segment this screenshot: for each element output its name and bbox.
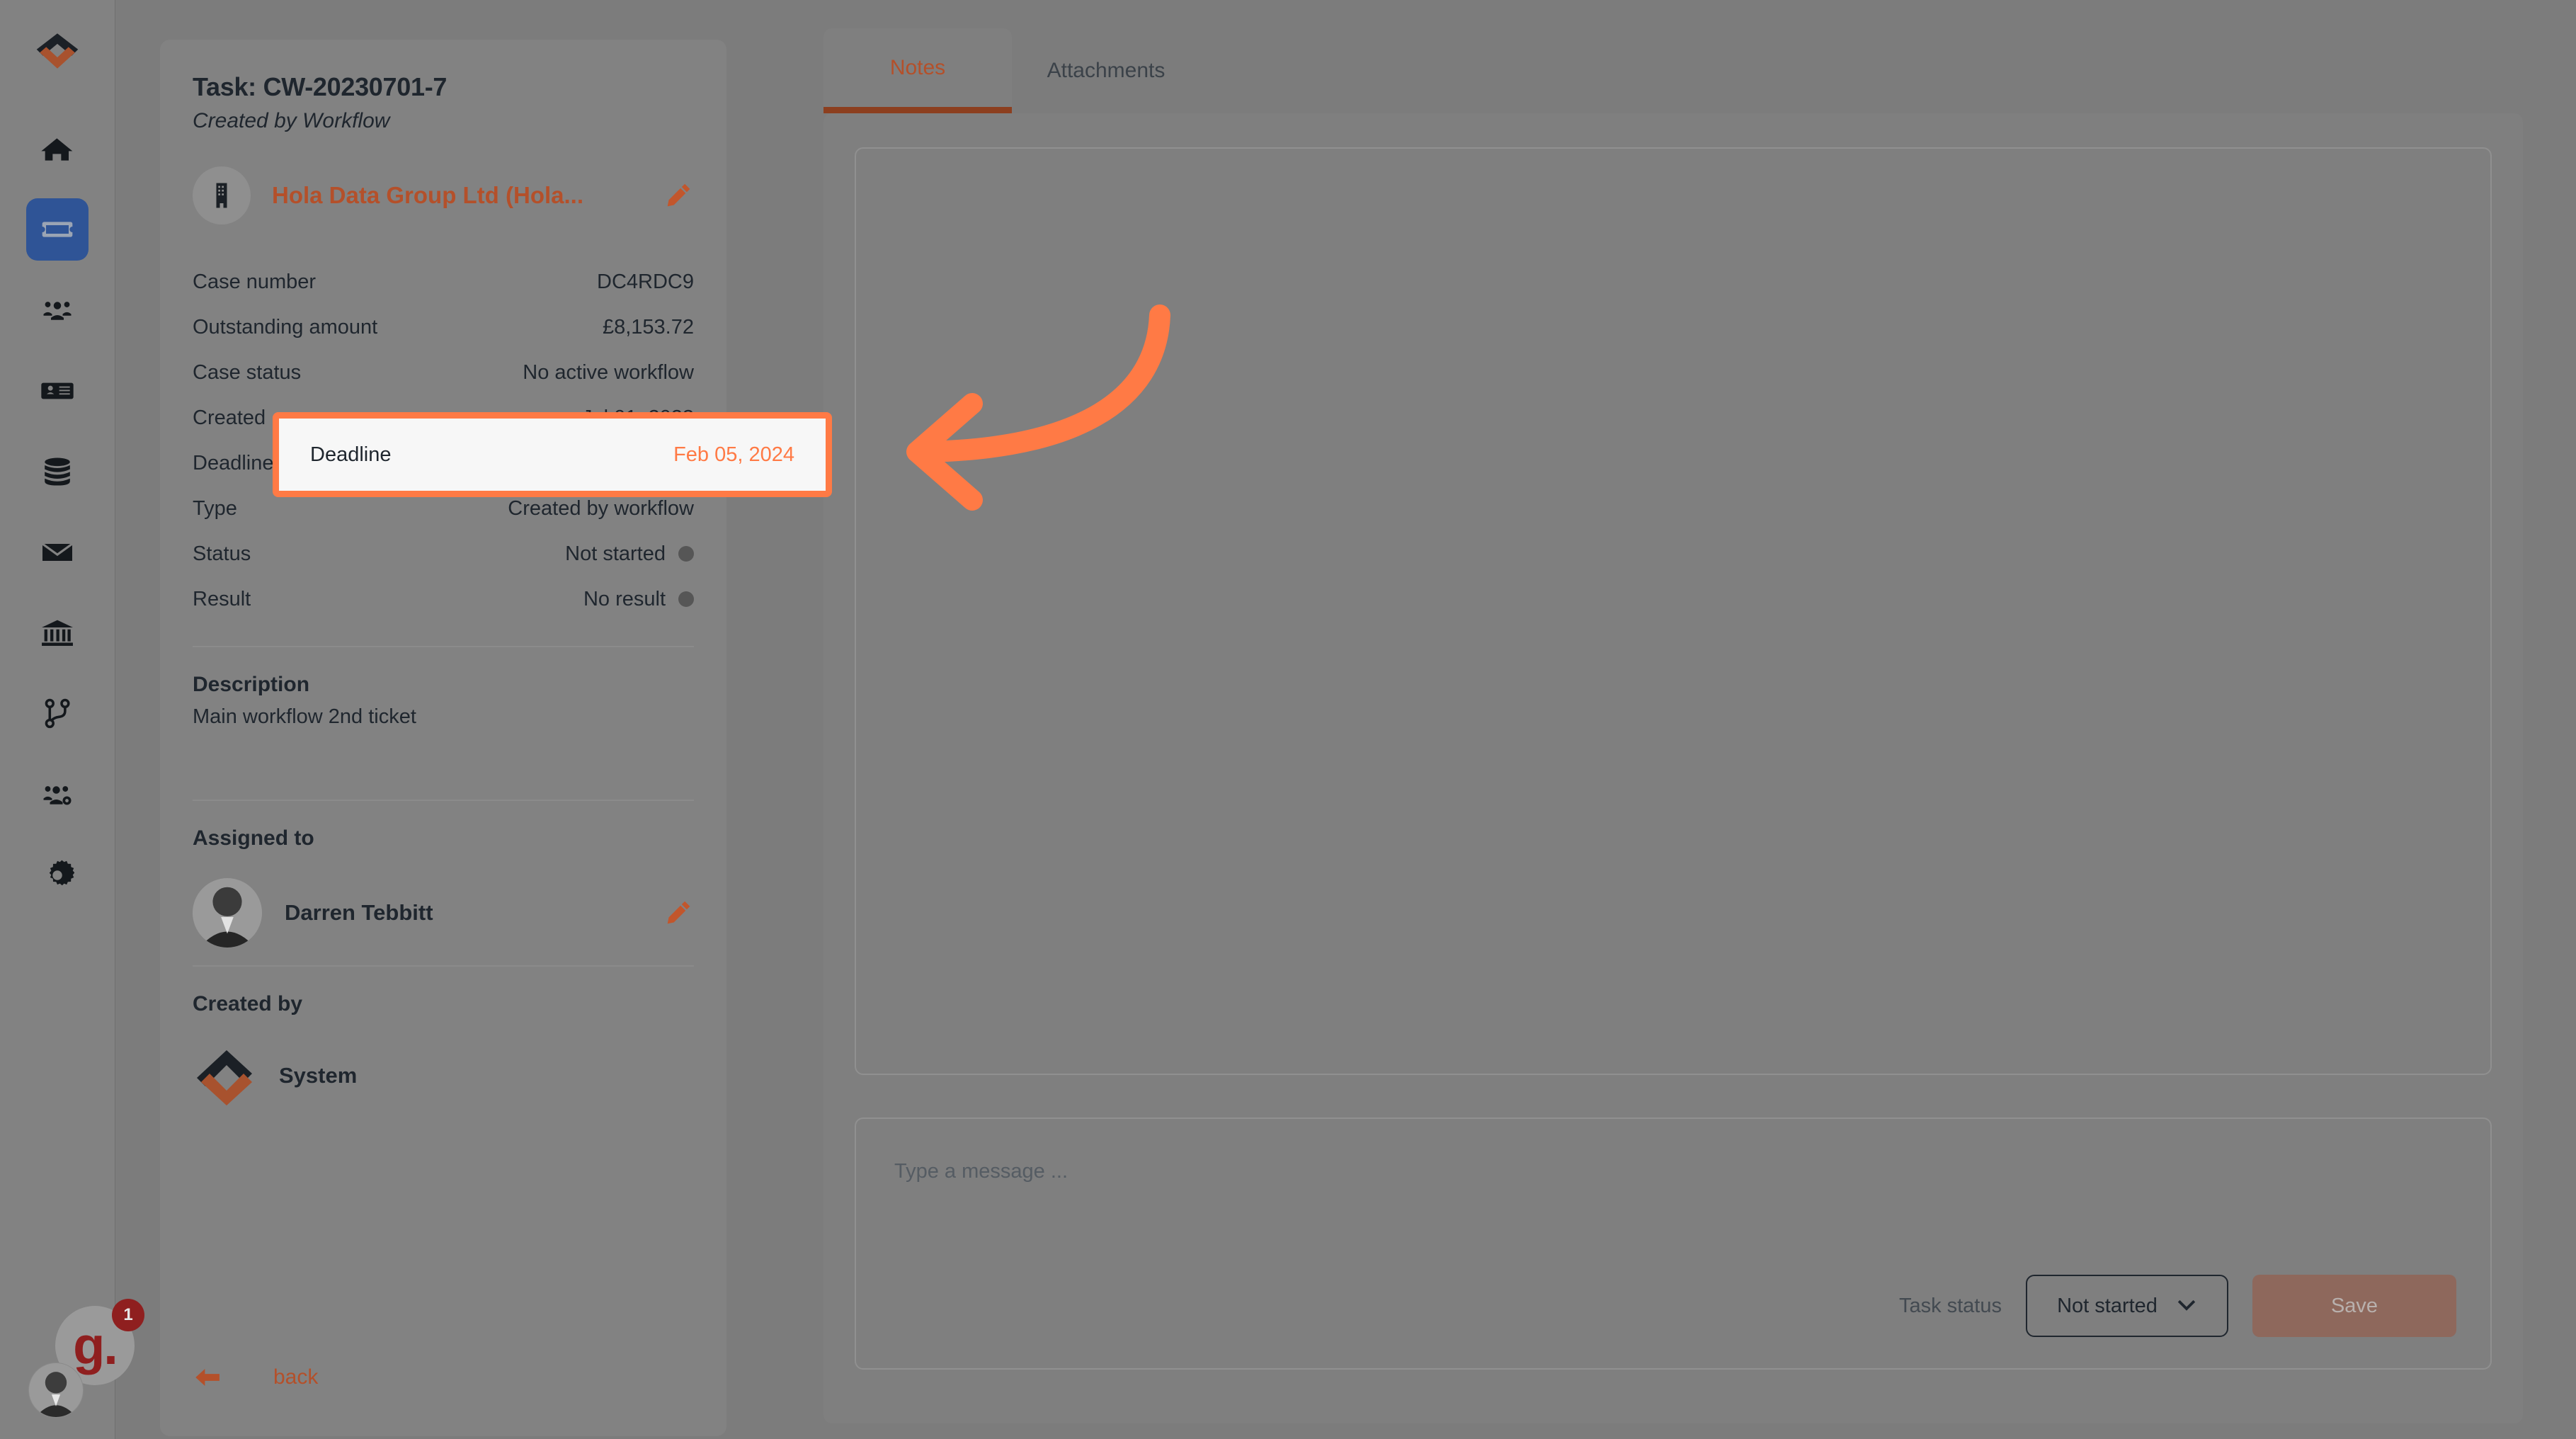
attribute-key: Created [193,406,266,429]
creator-name: System [279,1063,358,1088]
sidebar-item-workflows[interactable] [26,683,89,745]
sidebar-footer: g. 1 [0,1276,144,1439]
page-subtitle: Created by Workflow [193,109,390,132]
sidebar-item-messages[interactable] [26,521,89,584]
sidebar-item-contacts[interactable] [26,360,89,422]
pencil-icon [667,901,690,924]
sidebar-item-home[interactable] [26,118,89,180]
user-avatar[interactable] [28,1363,84,1418]
message-input[interactable] [894,1160,2452,1183]
compose-actions: Task status Not started Save [1899,1275,2456,1337]
sidebar-item-settings[interactable] [26,844,89,906]
pencil-icon [667,183,690,207]
attribute-row-result: Result No result [193,576,694,622]
attribute-key: Outstanding amount [193,315,378,339]
status-dot [678,546,694,562]
organisation-name-link[interactable]: Hola Data Group Ltd (Hola... [272,182,583,209]
id-card-icon [41,382,74,399]
save-button[interactable]: Save [2252,1275,2456,1337]
divider [193,800,694,801]
tab-attachments[interactable]: Attachments [1012,28,1200,113]
app-root: g. 1 Task: CW-20230701-7 Created by Work… [0,0,2576,1439]
description-title: Description [193,673,310,696]
users-cog-icon [43,786,72,805]
attribute-row-case-status: Case status No active workflow [193,350,694,395]
back-button[interactable]: back [193,1363,318,1392]
edit-assignee-button[interactable] [663,897,694,928]
organisation-row: Hola Data Group Ltd (Hola... [193,163,694,228]
task-status-label: Task status [1898,1294,2002,1317]
attribute-key: Result [193,587,251,610]
sidebar-item-teams[interactable] [26,763,89,826]
created-by-title: Created by [193,992,303,1016]
tab-notes[interactable]: Notes [823,28,1012,113]
user-avatar-image [29,1363,83,1417]
attribute-value: Not started [565,542,666,565]
sidebar-item-tickets[interactable] [26,198,89,261]
attribute-key: Status [193,542,251,565]
workspace: Task: CW-20230701-7 Created by Workflow … [115,0,2576,1439]
creator-row: System [193,1040,694,1111]
result-dot [678,591,694,607]
attribute-value: No result [583,587,666,610]
attribute-row-case-number: Case number DC4RDC9 [193,259,694,305]
task-detail-card: Task: CW-20230701-7 Created by Workflow … [160,40,726,1436]
attribute-row-outstanding-amount: Outstanding amount £8,153.72 [193,305,694,350]
notes-panel: Notes Attachments Task status Not starte… [823,28,2523,1438]
highlight-deadline-row: Deadline Feb 05, 2024 [273,412,832,497]
building-icon [193,166,251,224]
attribute-key: Type [193,496,237,520]
envelope-icon [42,542,73,561]
assistant-badge-label: g. [73,1316,118,1375]
page-title: Task: CW-20230701-7 [193,72,448,101]
edit-organisation-button[interactable] [663,180,694,211]
highlight-value: Feb 05, 2024 [673,443,794,466]
divider [193,646,694,647]
assignee-row: Darren Tebbitt [193,877,694,948]
gear-icon [49,860,74,886]
app-logo-icon[interactable] [32,25,83,76]
assigned-to-title: Assigned to [193,826,314,850]
task-status-select[interactable]: Not started [2026,1275,2228,1337]
attribute-key: Case status [193,360,302,384]
compose-box[interactable]: Task status Not started Save [855,1117,2492,1370]
tab-bar: Notes Attachments [823,28,2523,113]
attribute-value: Created by workflow [508,496,694,520]
attribute-key: Deadline [193,451,274,474]
users-group-icon [43,302,72,320]
attribute-key: Case number [193,270,317,293]
notes-list [855,147,2492,1075]
attribute-value: DC4RDC9 [597,270,694,293]
attribute-value: £8,153.72 [602,315,694,339]
company-logo-icon [193,1047,261,1105]
attribute-row-status: Status Not started [193,531,694,576]
database-icon [45,457,70,486]
task-status-value: Not started [2057,1294,2158,1317]
divider [193,965,694,967]
attribute-value: No active workflow [523,360,694,384]
code-branch-icon [45,698,70,729]
highlight-key: Deadline [310,443,392,466]
chevron-down-icon [2177,1299,2196,1311]
left-sidebar: g. 1 [0,0,144,1439]
tab-panel: Task status Not started Save [823,113,2523,1423]
assignee-name: Darren Tebbitt [285,900,433,925]
arrow-left-icon [195,1369,220,1386]
sidebar-item-finance[interactable] [26,602,89,664]
bank-icon [42,620,73,646]
home-icon [41,138,73,161]
sidebar-nav-list [26,118,89,925]
description-body: Main workflow 2nd ticket [193,705,416,728]
sidebar-item-customers[interactable] [26,279,89,341]
ticket-icon [42,222,73,237]
back-label: back [273,1365,319,1389]
sidebar-item-data[interactable] [26,440,89,503]
assignee-avatar [193,878,262,948]
